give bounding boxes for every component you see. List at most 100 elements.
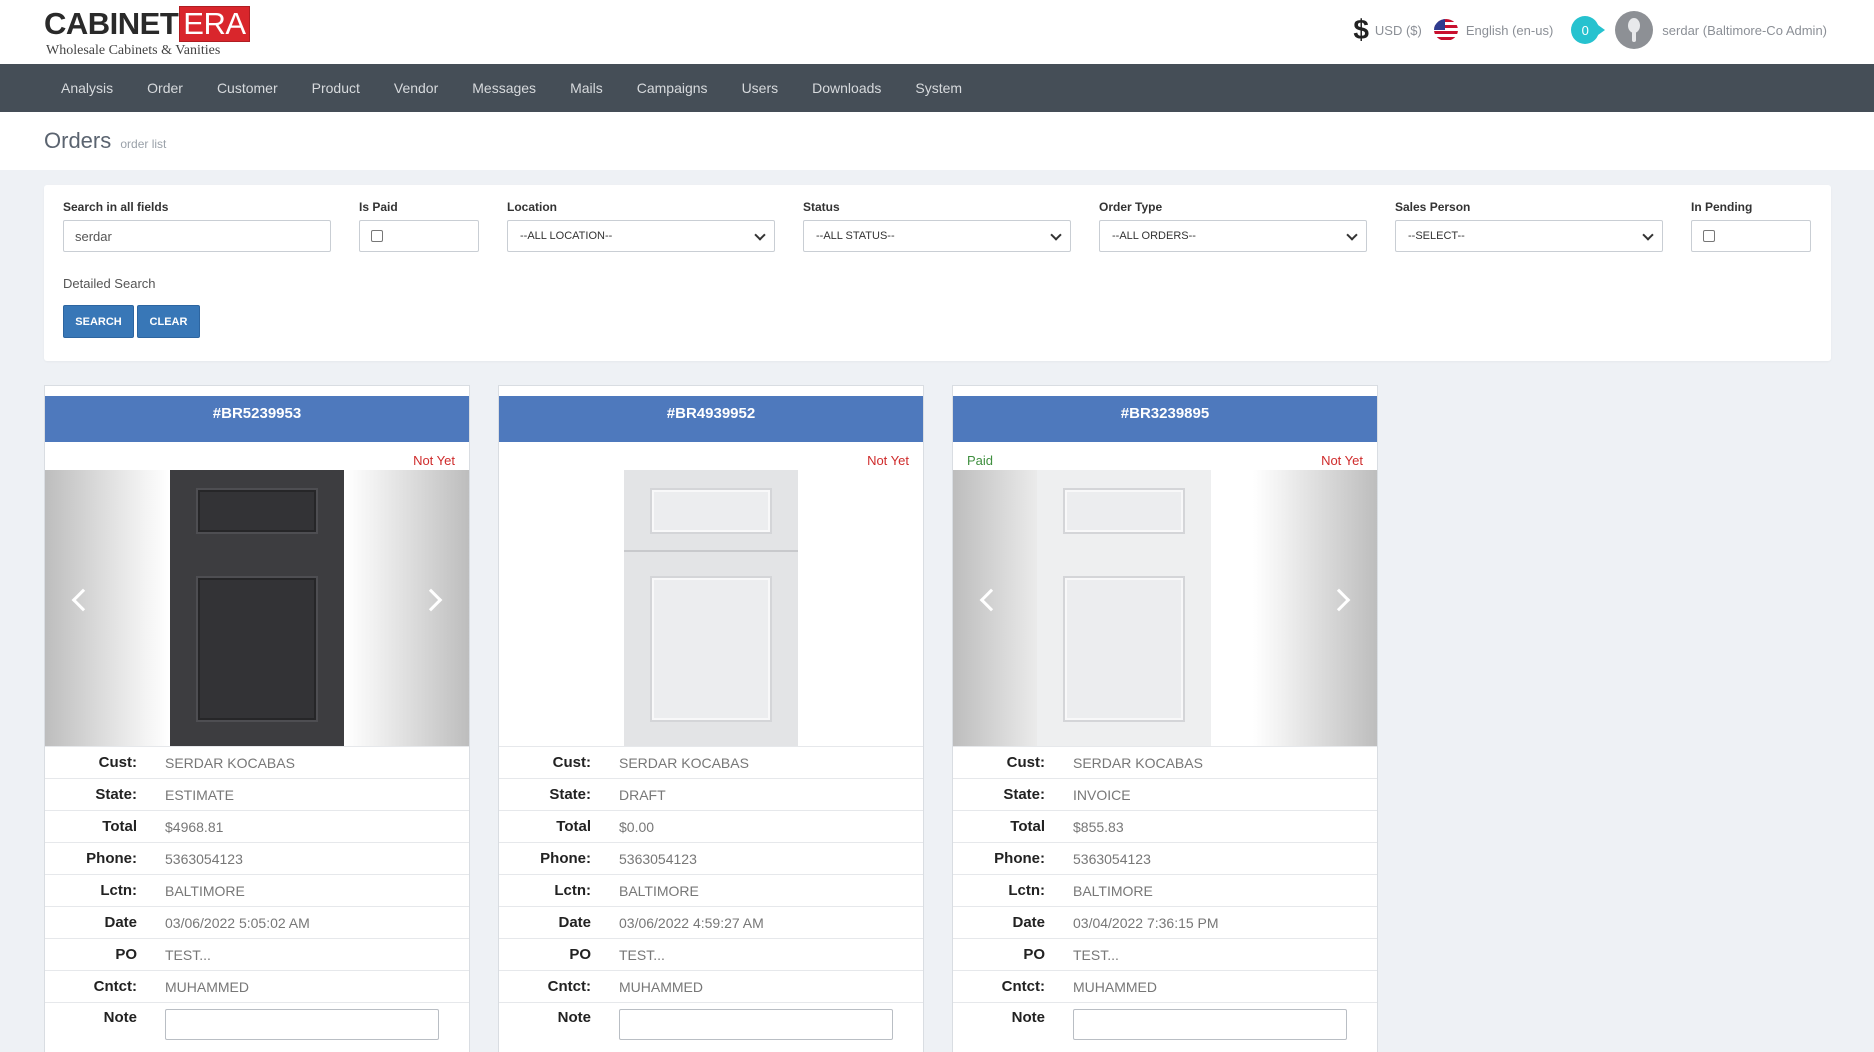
page-title-bar: Orders order list	[0, 112, 1874, 170]
note-input[interactable]	[165, 1009, 439, 1040]
sales-person-group: Sales Person --SELECT--	[1395, 200, 1663, 252]
cabinet-door-image	[1037, 470, 1211, 746]
status-label: Status	[803, 200, 840, 214]
detail-row: Cntct: MUHAMMED	[499, 970, 923, 1002]
search-button[interactable]: SEARCH	[63, 305, 134, 338]
note-input[interactable]	[1073, 1009, 1347, 1040]
in-pending-checkbox[interactable]	[1703, 230, 1715, 242]
product-carousel	[499, 470, 923, 746]
nav-analysis[interactable]: Analysis	[44, 64, 130, 112]
detail-row: State: INVOICE	[953, 778, 1377, 810]
detail-row: Date 03/06/2022 4:59:27 AM	[499, 906, 923, 938]
header-tools: $ USD ($) English (en-us) 0 serdar (Balt…	[1353, 11, 1827, 49]
nav-campaigns[interactable]: Campaigns	[620, 64, 725, 112]
logo-wordmark: CABINET ERA	[44, 6, 250, 42]
order-id[interactable]: #BR5239953	[45, 396, 469, 442]
detail-row: Cust: SERDAR KOCABAS	[499, 746, 923, 778]
product-carousel	[953, 470, 1377, 746]
user-avatar-icon[interactable]	[1615, 11, 1654, 49]
order-card: #BR3239895 Paid Not Yet Cust: SERDAR KOCA…	[952, 385, 1378, 1052]
nav-vendor[interactable]: Vendor	[377, 64, 455, 112]
logo[interactable]: CABINET ERA Wholesale Cabinets & Vanities	[44, 6, 250, 59]
is-paid-label: Is Paid	[359, 200, 398, 214]
nav-messages[interactable]: Messages	[455, 64, 553, 112]
order-details: Cust: SERDAR KOCABAS State: INVOICE Total $…	[953, 746, 1377, 1042]
top-header: CABINET ERA Wholesale Cabinets & Vanities…	[0, 0, 1874, 64]
chevron-down-icon	[1346, 229, 1358, 241]
order-type-group: Order Type --ALL ORDERS--	[1099, 200, 1367, 252]
note-row: Note	[499, 1002, 923, 1042]
note-row: Note	[953, 1002, 1377, 1042]
nav-order[interactable]: Order	[130, 64, 200, 112]
sales-person-select[interactable]: --SELECT--	[1395, 220, 1663, 252]
search-input[interactable]: serdar	[63, 220, 331, 252]
order-id[interactable]: #BR4939952	[499, 396, 923, 442]
paid-label: Paid	[967, 453, 994, 468]
note-input[interactable]	[619, 1009, 893, 1040]
chevron-down-icon	[754, 229, 766, 241]
payment-status: Not Yet	[867, 453, 909, 468]
detail-row: PO TEST...	[953, 938, 1377, 970]
sales-person-label: Sales Person	[1395, 200, 1471, 214]
order-details: Cust: SERDAR KOCABAS State: DRAFT Total $0.…	[499, 746, 923, 1042]
detail-row: Total $855.83	[953, 810, 1377, 842]
detail-row: PO TEST...	[499, 938, 923, 970]
nav-mails[interactable]: Mails	[553, 64, 620, 112]
detail-row: Cntct: MUHAMMED	[953, 970, 1377, 1002]
nav-downloads[interactable]: Downloads	[795, 64, 898, 112]
in-pending-field	[1691, 220, 1811, 252]
product-carousel	[45, 470, 469, 746]
us-flag-icon	[1433, 19, 1458, 41]
is-paid-group: Is Paid	[359, 200, 479, 252]
detail-row: Total $0.00	[499, 810, 923, 842]
detail-row: Cust: SERDAR KOCABAS	[953, 746, 1377, 778]
status-select[interactable]: --ALL STATUS--	[803, 220, 1071, 252]
logo-tagline: Wholesale Cabinets & Vanities	[46, 43, 221, 58]
carousel-next-area[interactable]	[1253, 470, 1377, 746]
detailed-search-link[interactable]: Detailed Search	[63, 276, 156, 291]
clear-button[interactable]: CLEAR	[137, 305, 200, 338]
search-label: Search in all fields	[63, 200, 169, 214]
detail-row: Phone: 5363054123	[499, 842, 923, 874]
order-card: #BR5239953 Not Yet Cust: SERDAR KOCABAS S…	[44, 385, 470, 1052]
location-group: Location --ALL LOCATION--	[507, 200, 775, 252]
order-details: Cust: SERDAR KOCABAS State: ESTIMATE Total…	[45, 746, 469, 1042]
nav-customer[interactable]: Customer	[200, 64, 295, 112]
nav-users[interactable]: Users	[725, 64, 796, 112]
search-group: Search in all fields serdar	[63, 200, 331, 252]
cabinet-door-image	[624, 470, 798, 746]
currency-icon: $	[1353, 14, 1369, 45]
page-title: Orders order list	[44, 128, 167, 153]
detail-row: Phone: 5363054123	[953, 842, 1377, 874]
location-select[interactable]: --ALL LOCATION--	[507, 220, 775, 252]
note-row: Note	[45, 1002, 469, 1042]
carousel-next-area[interactable]	[345, 470, 469, 746]
carousel-prev-area[interactable]	[45, 470, 169, 746]
page-subtitle: order list	[120, 137, 167, 151]
detail-row: Total $4968.81	[45, 810, 469, 842]
currency-selector[interactable]: USD ($)	[1375, 23, 1422, 38]
location-label: Location	[507, 200, 557, 214]
detail-row: Date 03/06/2022 5:05:02 AM	[45, 906, 469, 938]
order-type-label: Order Type	[1099, 200, 1163, 214]
payment-status: Not Yet	[413, 453, 455, 468]
detail-row: State: DRAFT	[499, 778, 923, 810]
order-card: #BR4939952 Not Yet Cust: SERDAR KOCABAS S…	[498, 385, 924, 1052]
language-selector[interactable]: English (en-us)	[1466, 23, 1553, 38]
in-pending-group: In Pending	[1691, 200, 1811, 252]
user-menu[interactable]: serdar (Baltimore-Co Admin)	[1662, 23, 1827, 38]
notification-badge[interactable]: 0	[1571, 16, 1606, 44]
nav-product[interactable]: Product	[295, 64, 377, 112]
order-type-select[interactable]: --ALL ORDERS--	[1099, 220, 1367, 252]
payment-status: Not Yet	[1321, 453, 1363, 468]
nav-system[interactable]: System	[898, 64, 979, 112]
detail-row: State: ESTIMATE	[45, 778, 469, 810]
is-paid-checkbox[interactable]	[371, 230, 383, 242]
main-nav: Analysis Order Customer Product Vendor M…	[0, 64, 1874, 112]
detail-row: PO TEST...	[45, 938, 469, 970]
filter-panel: Search in all fields serdar Is Paid Loca…	[44, 185, 1831, 361]
order-id[interactable]: #BR3239895	[953, 396, 1377, 442]
detail-row: Cust: SERDAR KOCABAS	[45, 746, 469, 778]
in-pending-label: In Pending	[1691, 200, 1753, 214]
detail-row: Cntct: MUHAMMED	[45, 970, 469, 1002]
